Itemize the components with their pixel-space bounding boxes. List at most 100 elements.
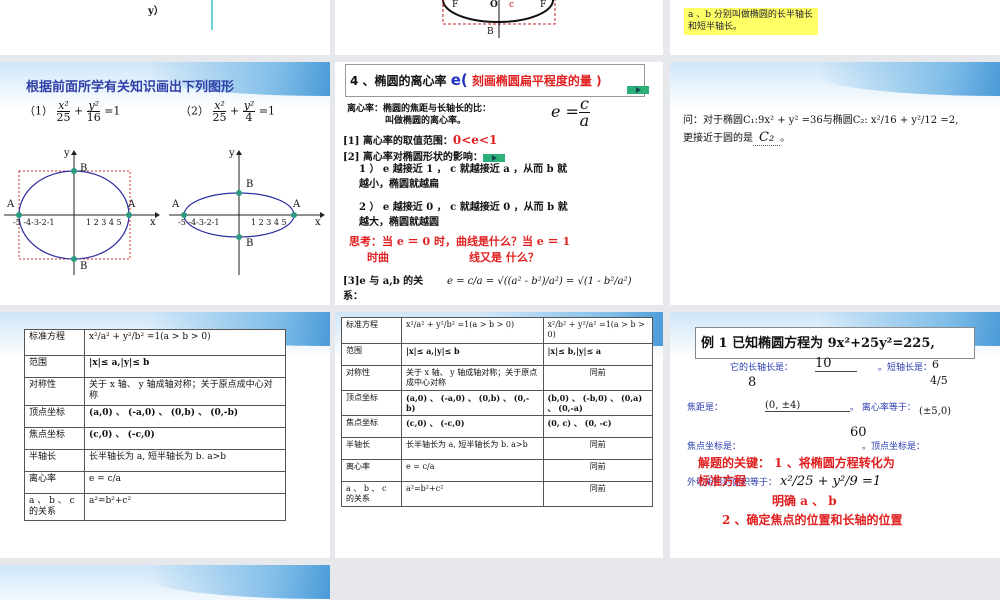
row-header: 半轴长: [24, 448, 85, 472]
slide-title: 根据前面所学有关知识画出下列图形: [26, 80, 235, 95]
slide-thumbnail-7[interactable]: 标准方程 x²/a² + y²/b² =1(a > b > 0) 范围 |x|≤ a,…: [0, 312, 330, 558]
eq-label: （2）: [180, 104, 209, 118]
value-area: 60: [850, 425, 867, 440]
cell: x²/b² + y²/a² =1(a > b > 0): [542, 317, 654, 344]
table-row: 范围 |x|≤ a,|y|≤ b |x|≤ b,|y|≤ a: [341, 343, 654, 366]
cell: a²=b²+c²: [401, 481, 544, 507]
table-row: 标准方程 x²/a² + y²/b² =1(a > b > 0) x²/b² + y…: [341, 317, 654, 344]
row-header: 离心率: [24, 470, 85, 494]
cell: 关于 x 轴、 y 轴成轴对称；关于原点成中心对称: [401, 365, 544, 391]
range-line: [1] 离心率的取值范围：0<e<1: [343, 132, 497, 147]
table-row: 对称性 关于 x 轴、 y 轴成轴对称；关于原点成中心对称: [24, 377, 286, 406]
play-button[interactable]: [627, 85, 649, 94]
slide-thumbnail-3[interactable]: a 、b 分别叫做椭圆的长半轴长和短半轴长。: [670, 0, 1000, 55]
definition: 离心率：椭圆的焦距与长轴长的比： 叫做椭圆的离心率。: [347, 104, 491, 127]
den: 25: [212, 111, 227, 124]
label-b1: B: [487, 27, 494, 37]
slide-thumbnail-1[interactable]: y）: [0, 0, 330, 55]
p1-line-2: 越小，椭圆就越扁: [359, 179, 439, 190]
table-row: 范围 |x|≤ a,|y|≤ b: [24, 355, 286, 378]
cell: |x|≤ a,|y|≤ b: [401, 343, 544, 366]
table-row: a 、 b 、 c 的关系 a²=b²+c² 同前: [341, 481, 654, 507]
play-button-2[interactable]: [482, 153, 505, 162]
point-b1: B: [80, 261, 88, 272]
heading-box: 4 、椭圆的离心率 e( 刻画椭圆扁平程度的量 ): [345, 64, 645, 97]
key-line-1b: 标准方程: [698, 474, 747, 488]
value-minor-axis: 8: [748, 375, 757, 390]
row-header: 对称性: [341, 365, 402, 391]
value-major-axis: 10: [815, 356, 857, 372]
point-a1: A: [7, 199, 15, 210]
p2-line-1: 2 ） e 越接近 0 ， c 就越接近 0 ，从而 b 就: [359, 202, 568, 213]
point-b1-2: B: [246, 238, 254, 249]
row-header: 标准方程: [24, 329, 85, 356]
den: a: [579, 111, 590, 130]
axis-y-label-2: y: [229, 148, 235, 159]
point-b2: B: [80, 163, 88, 174]
r3-line-1: [3]e 与 a,b 的关: [343, 276, 424, 287]
point-b2-2: B: [246, 179, 254, 190]
table-row: 焦点坐标 (c,0) 、 (-c,0) (0, c) 、 (0, -c): [341, 415, 654, 438]
slide-thumbnail-10[interactable]: [0, 565, 330, 600]
row-header: 范围: [341, 343, 402, 366]
question-line-2: 更接近于圆的是 C₂。: [683, 129, 791, 146]
table-row: 离心率 e = c/a 同前: [341, 459, 654, 482]
think-line-3: 线又是 什么？: [469, 250, 539, 264]
range-label: [1] 离心率的取值范围：: [343, 136, 453, 147]
heading-red: 刻画椭圆扁平程度的量 ): [467, 74, 602, 88]
influence-line: [2] 离心率对椭圆形状的影响：: [343, 148, 505, 163]
den: 25: [56, 111, 71, 124]
cell: 同前: [542, 437, 654, 460]
answer: C₂: [753, 130, 781, 146]
table-row: 焦点坐标 (c,0) 、 (-c,0): [24, 426, 286, 450]
eq-label: （1）: [24, 104, 53, 118]
row-header: 顶点坐标: [341, 390, 402, 416]
cell: 长半轴长为 a, 短半轴长为 b. a>b: [84, 448, 286, 472]
table-row: 半轴长 长半轴长为 a, 短半轴长为 b. a>b 同前: [341, 437, 654, 460]
label-vertices: 。顶点坐标是：: [862, 442, 926, 452]
axis-x-label: x: [150, 217, 156, 228]
slide-thumbnail-6[interactable]: 问：对于椭圆C₁:9x² + y² =36与椭圆C₂: x²/16 + y²/1…: [670, 62, 1000, 305]
slide-thumbnail-4[interactable]: 根据前面所学有关知识画出下列图形 （1） x² 25 + y² 16 =1 （2） …: [0, 62, 330, 305]
x-ticks-pos: 1 2 3 4 5: [86, 218, 122, 227]
def-line-1: 离心率：椭圆的焦距与长轴长的比：: [347, 104, 492, 114]
rhs: =1: [258, 104, 276, 118]
point-a2: A: [128, 199, 136, 210]
relation-formula: e = c/a = √((a² - b²)/a²) = √(1 - b²/a²): [447, 276, 632, 287]
table-row: 标准方程 x²/a² + y²/b² =1(a > b > 0): [24, 329, 286, 356]
cell: (a,0) 、 (-a,0) 、 (0,b) 、 (0,-b): [84, 404, 286, 428]
label-minor-axis: 。短轴长是：: [878, 363, 933, 373]
label-focal-distance: 焦距是：: [687, 403, 724, 413]
cell: (a,0) 、 (-a,0) 、 (0,b) 、 (0,-b): [401, 390, 544, 416]
heading-e: e(: [450, 71, 468, 89]
key-equation: x²/25 + y²/9 =1: [780, 474, 882, 489]
x-ticks-pos-2: 1 2 3 4 5: [251, 218, 287, 227]
table-row: 离心率 e = c/a: [24, 470, 286, 494]
x-ticks-neg: -5 -4-3-2-1: [13, 218, 55, 227]
cell: (c,0) 、 (-c,0): [84, 426, 286, 450]
key-line-1: 解题的关键： 1 、将椭圆方程转化为: [698, 456, 895, 470]
den: 16: [86, 111, 101, 124]
row-header: 范围: [24, 355, 85, 378]
r3-line-2: 系：: [343, 291, 363, 302]
cell: e = c/a: [84, 470, 286, 494]
question-text: 更接近于圆的是: [683, 133, 753, 144]
equation-1: （1） x² 25 + y² 16 =1: [24, 99, 121, 124]
cell: a²=b²+c²: [84, 492, 286, 521]
key-line-2: 明确 a 、 b: [772, 494, 837, 508]
cell: (c,0) 、 (-c,0): [401, 415, 544, 438]
point-2: 2 ） e 越接近 0 ， c 就越接近 0 ，从而 b 就越大，椭圆就越圆: [359, 200, 568, 230]
slide-thumbnail-8[interactable]: 标准方程 x²/a² + y²/b² =1(a > b > 0) x²/b² + y…: [335, 312, 663, 558]
row-header: 焦点坐标: [341, 415, 402, 438]
heading-prefix: 4 、椭圆的离心率: [350, 74, 451, 88]
point-a1-2: A: [172, 199, 180, 210]
question-end: 。: [780, 133, 791, 144]
cell: (0, c) 、 (0, -c): [542, 415, 654, 438]
table-row: a 、 b 、 c 的关系 a²=b²+c²: [24, 492, 286, 521]
slide-thumbnail-5[interactable]: 4 、椭圆的离心率 e( 刻画椭圆扁平程度的量 ) 离心率：椭圆的焦距与长轴长的…: [335, 62, 663, 305]
slide-text: y）: [148, 6, 164, 17]
slide-thumbnail-2[interactable]: F O c F B: [335, 0, 663, 55]
cell: (b,0) 、 (-b,0) 、 (0,a) 、 (0,-a): [542, 390, 654, 416]
cell: 同前: [542, 365, 654, 391]
slide-thumbnail-9[interactable]: 例 1 已知椭圆方程为 9x²+25y²=225, 它的长轴长是： 10 。短轴…: [670, 312, 1000, 558]
